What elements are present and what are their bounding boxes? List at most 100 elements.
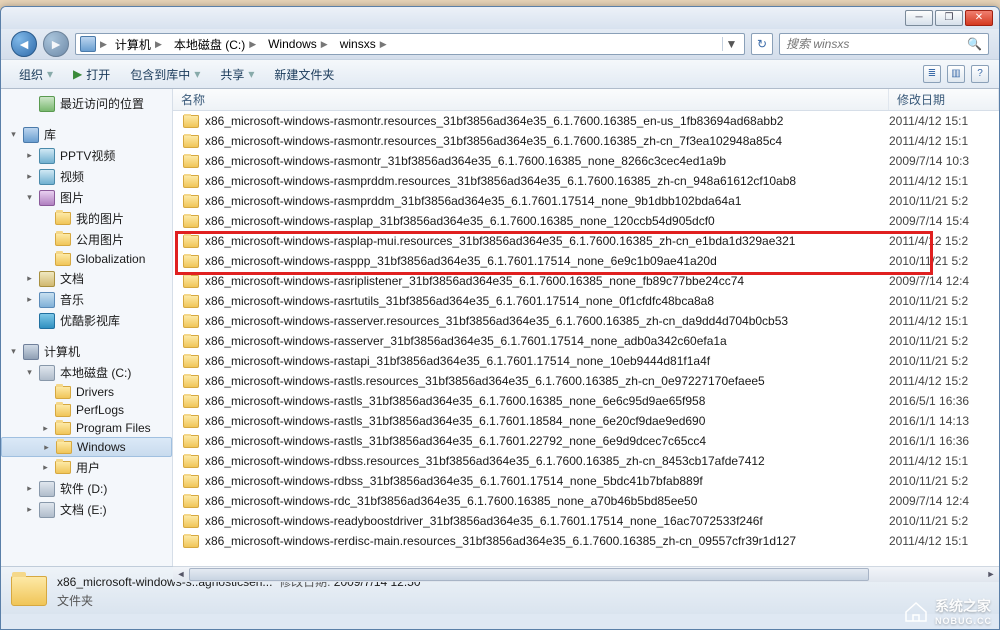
- history-dropdown[interactable]: ▼: [722, 37, 740, 51]
- file-row[interactable]: x86_microsoft-windows-rdbss.resources_31…: [173, 451, 999, 471]
- expand-icon[interactable]: ▸: [25, 505, 34, 514]
- nav-label: Program Files: [76, 421, 168, 435]
- breadcrumb-segment[interactable]: Windows▶: [264, 34, 332, 54]
- expand-icon[interactable]: ▸: [25, 172, 34, 181]
- file-name: x86_microsoft-windows-rasserver_31bf3856…: [205, 334, 727, 348]
- nav-item-[interactable]: ▸视频: [1, 166, 172, 187]
- expand-icon[interactable]: [41, 388, 50, 397]
- nav-item-[interactable]: 公用图片: [1, 229, 172, 250]
- nav-item-[interactable]: 最近访问的位置: [1, 93, 172, 114]
- expand-icon[interactable]: [41, 406, 50, 415]
- expand-icon[interactable]: ▾: [9, 130, 18, 139]
- file-row[interactable]: x86_microsoft-windows-rasmprddm_31bf3856…: [173, 191, 999, 211]
- nav-item-c[interactable]: ▾本地磁盘 (C:): [1, 362, 172, 383]
- back-button[interactable]: ◄: [11, 31, 37, 57]
- expand-icon[interactable]: ▸: [25, 151, 34, 160]
- expand-icon[interactable]: [41, 255, 50, 264]
- file-row[interactable]: x86_microsoft-windows-rastls_31bf3856ad3…: [173, 411, 999, 431]
- file-date: 2010/11/21 5:2: [889, 474, 999, 488]
- expand-icon[interactable]: ▸: [41, 424, 50, 433]
- new-folder-button[interactable]: 新建文件夹: [266, 63, 342, 86]
- scroll-left-button[interactable]: ◄: [173, 567, 189, 583]
- file-row[interactable]: x86_microsoft-windows-rasppp_31bf3856ad3…: [173, 251, 999, 271]
- expand-icon[interactable]: ▸: [25, 484, 34, 493]
- expand-icon[interactable]: [41, 214, 50, 223]
- file-row[interactable]: x86_microsoft-windows-rasplap-mui.resour…: [173, 231, 999, 251]
- nav-item-d[interactable]: ▸软件 (D:): [1, 478, 172, 499]
- nav-item-windows[interactable]: ▸Windows: [1, 437, 172, 457]
- nav-item-globalization[interactable]: Globalization: [1, 250, 172, 268]
- file-row[interactable]: x86_microsoft-windows-rastls_31bf3856ad3…: [173, 431, 999, 451]
- expand-icon[interactable]: [25, 99, 34, 108]
- column-date[interactable]: 修改日期: [889, 89, 999, 110]
- minimize-button[interactable]: ─: [905, 10, 933, 26]
- expand-icon[interactable]: ▸: [25, 274, 34, 283]
- breadcrumb[interactable]: ▶ 计算机▶ 本地磁盘 (C:)▶ Windows▶ winsxs▶ ▼: [75, 33, 745, 55]
- file-row[interactable]: x86_microsoft-windows-rastls_31bf3856ad3…: [173, 391, 999, 411]
- nav-item-programfiles[interactable]: ▸ Program Files: [1, 419, 172, 437]
- file-name: x86_microsoft-windows-rasmontr.resources…: [205, 134, 782, 148]
- view-mode-button[interactable]: ≣: [923, 65, 941, 83]
- nav-item-[interactable]: ▾图片: [1, 187, 172, 208]
- file-row[interactable]: x86_microsoft-windows-rasserver.resource…: [173, 311, 999, 331]
- navigation-pane[interactable]: 最近访问的位置 ▾库▸PPTV视频▸视频▾图片我的图片公用图片Globalizat…: [1, 89, 173, 566]
- open-button[interactable]: ▶打开: [65, 63, 118, 86]
- folder-icon: [183, 295, 199, 308]
- horizontal-scrollbar[interactable]: ◄ ►: [173, 566, 999, 582]
- file-row[interactable]: x86_microsoft-windows-rasriplistener_31b…: [173, 271, 999, 291]
- nav-item-perflogs[interactable]: PerfLogs: [1, 401, 172, 419]
- help-button[interactable]: ?: [971, 65, 989, 83]
- nav-item-[interactable]: ▸文档: [1, 268, 172, 289]
- expand-icon[interactable]: ▾: [9, 347, 18, 356]
- breadcrumb-segment[interactable]: winsxs▶: [336, 34, 391, 54]
- file-row[interactable]: x86_microsoft-windows-rdbss_31bf3856ad36…: [173, 471, 999, 491]
- file-row[interactable]: x86_microsoft-windows-rastls.resources_3…: [173, 371, 999, 391]
- breadcrumb-segment[interactable]: 计算机▶: [111, 34, 166, 54]
- scroll-right-button[interactable]: ►: [983, 567, 999, 583]
- share-button[interactable]: 共享▾: [212, 63, 262, 86]
- file-row[interactable]: x86_microsoft-windows-rerdisc-main.resou…: [173, 531, 999, 551]
- nav-item-[interactable]: 优酷影视库: [1, 310, 172, 331]
- file-row[interactable]: x86_microsoft-windows-rastapi_31bf3856ad…: [173, 351, 999, 371]
- nav-item-[interactable]: ▸用户: [1, 457, 172, 478]
- nav-item-drivers[interactable]: Drivers: [1, 383, 172, 401]
- expand-icon[interactable]: ▾: [25, 368, 34, 377]
- file-list[interactable]: x86_microsoft-windows-rasmontr.resources…: [173, 111, 999, 566]
- refresh-button[interactable]: ↻: [751, 33, 773, 55]
- forward-button[interactable]: ►: [43, 31, 69, 57]
- nav-item-[interactable]: ▸音乐: [1, 289, 172, 310]
- close-button[interactable]: ✕: [965, 10, 993, 26]
- breadcrumb-segment[interactable]: 本地磁盘 (C:)▶: [170, 34, 260, 54]
- expand-icon[interactable]: ▸: [41, 463, 50, 472]
- nav-item-[interactable]: ▾库: [1, 124, 172, 145]
- file-row[interactable]: x86_microsoft-windows-rasmontr.resources…: [173, 131, 999, 151]
- expand-icon[interactable]: ▸: [25, 295, 34, 304]
- folder-icon: [183, 455, 199, 468]
- search-box[interactable]: 🔍: [779, 33, 989, 55]
- search-input[interactable]: [786, 37, 961, 51]
- maximize-button[interactable]: ❐: [935, 10, 963, 26]
- toolbar: 组织▾ ▶打开 包含到库中▾ 共享▾ 新建文件夹 ≣ ▥ ?: [1, 59, 999, 89]
- column-name[interactable]: 名称: [173, 89, 889, 110]
- nav-item-pptv[interactable]: ▸PPTV视频: [1, 145, 172, 166]
- file-row[interactable]: x86_microsoft-windows-rasrtutils_31bf385…: [173, 291, 999, 311]
- nav-item-[interactable]: 我的图片: [1, 208, 172, 229]
- expand-icon[interactable]: [25, 316, 34, 325]
- nav-item-[interactable]: ▾计算机: [1, 341, 172, 362]
- file-row[interactable]: x86_microsoft-windows-rasserver_31bf3856…: [173, 331, 999, 351]
- file-row[interactable]: x86_microsoft-windows-rdc_31bf3856ad364e…: [173, 491, 999, 511]
- address-bar: ◄ ► ▶ 计算机▶ 本地磁盘 (C:)▶ Windows▶ winsxs▶ ▼…: [1, 29, 999, 59]
- preview-pane-button[interactable]: ▥: [947, 65, 965, 83]
- file-row[interactable]: x86_microsoft-windows-rasmprddm.resource…: [173, 171, 999, 191]
- include-library-button[interactable]: 包含到库中▾: [122, 63, 208, 86]
- file-row[interactable]: x86_microsoft-windows-rasmontr.resources…: [173, 111, 999, 131]
- expand-icon[interactable]: ▸: [42, 443, 51, 452]
- file-row[interactable]: x86_microsoft-windows-readyboostdriver_3…: [173, 511, 999, 531]
- file-row[interactable]: x86_microsoft-windows-rasplap_31bf3856ad…: [173, 211, 999, 231]
- nav-item-e[interactable]: ▸文档 (E:): [1, 499, 172, 520]
- expand-icon[interactable]: ▾: [25, 193, 34, 202]
- file-row[interactable]: x86_microsoft-windows-rasmontr_31bf3856a…: [173, 151, 999, 171]
- expand-icon[interactable]: [41, 235, 50, 244]
- organize-button[interactable]: 组织▾: [11, 63, 61, 86]
- scrollbar-thumb[interactable]: [189, 568, 869, 581]
